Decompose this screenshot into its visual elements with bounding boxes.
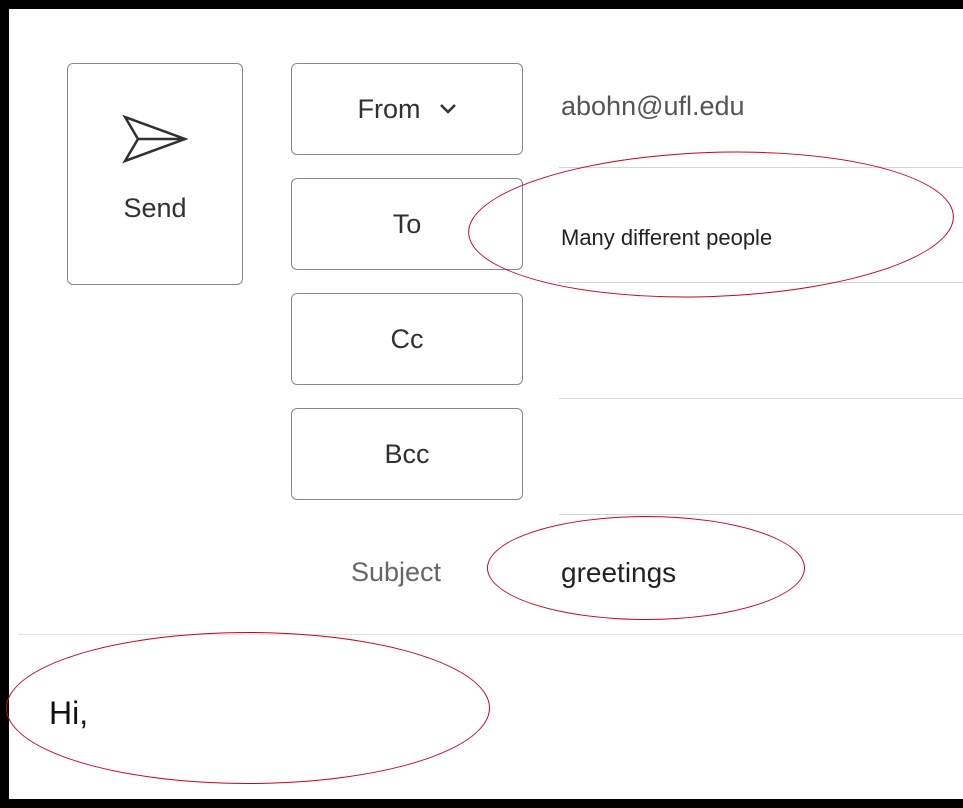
bcc-label: Bcc xyxy=(384,438,430,469)
cc-divider xyxy=(559,398,963,399)
cc-button[interactable]: Cc xyxy=(291,293,523,385)
send-label: Send xyxy=(123,193,187,223)
subject-label: Subject xyxy=(351,557,442,587)
from-divider xyxy=(559,167,963,168)
message-body[interactable]: Hi, xyxy=(49,695,88,732)
to-divider xyxy=(559,282,963,283)
bcc-divider xyxy=(559,514,963,515)
body-divider xyxy=(18,634,963,635)
bcc-field[interactable] xyxy=(561,433,963,475)
cc-field[interactable] xyxy=(561,317,963,359)
send-button[interactable]: Send xyxy=(67,63,243,285)
from-label: From xyxy=(357,93,421,124)
bcc-button[interactable]: Bcc xyxy=(291,408,523,500)
subject-field[interactable]: greetings xyxy=(561,557,676,589)
from-button[interactable]: From xyxy=(291,63,523,155)
from-address: abohn@ufl.edu xyxy=(561,91,745,121)
chevron-down-icon xyxy=(439,103,457,115)
cc-label: Cc xyxy=(390,323,424,354)
send-icon xyxy=(122,114,189,171)
compose-window: Send From abohn@ufl.edu To Many differen… xyxy=(0,0,963,808)
to-button[interactable]: To xyxy=(291,178,523,270)
to-field[interactable]: Many different people xyxy=(561,225,772,251)
to-label: To xyxy=(392,208,422,239)
